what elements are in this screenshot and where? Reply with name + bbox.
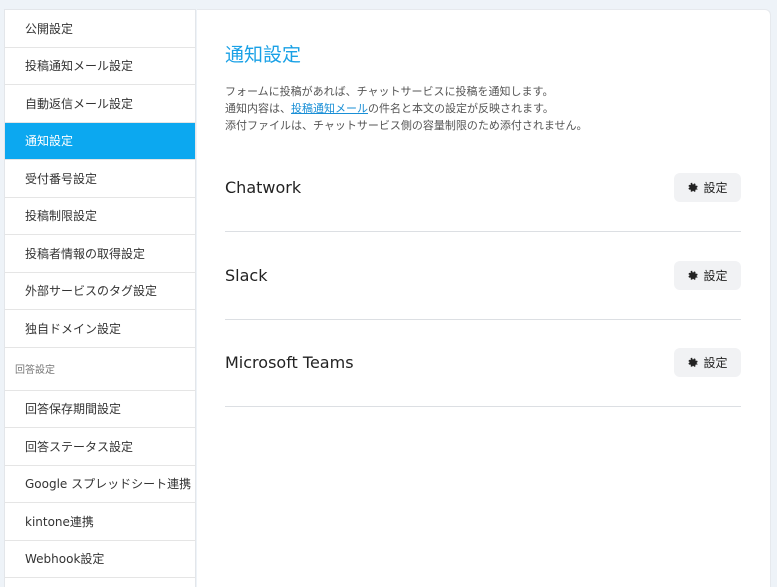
page-title: 通知設定 [225,44,302,66]
sidebar-item-public[interactable]: 公開設定 [5,10,195,48]
sidebar-item-post-notification-mail[interactable]: 投稿通知メール設定 [5,48,195,85]
sidebar-item-status[interactable]: 回答ステータス設定 [5,428,195,466]
sidebar-item-external-tags[interactable]: 外部サービスのタグ設定 [5,273,195,310]
main-panel: 通知設定 フォームに投稿があれば、チャットサービスに投稿を通知します。 通知内容… [197,9,771,587]
sidebar-item-post-limit[interactable]: 投稿制限設定 [5,198,195,235]
sidebar: 公開設定 投稿通知メール設定 自動返信メール設定 通知設定 受付番号設定 投稿制… [4,9,196,587]
sidebar-item-webhook[interactable]: Webhook設定 [5,541,195,578]
service-row-slack: Slack 設定 [225,232,741,320]
service-name: Microsoft Teams [225,353,354,372]
settings-button-label: 設定 [703,356,728,370]
sidebar-item-retention[interactable]: 回答保存期間設定 [5,391,195,428]
settings-button-label: 設定 [703,269,728,283]
gear-icon [688,182,699,192]
sidebar-item-auto-reply-mail[interactable]: 自動返信メール設定 [5,85,195,123]
post-notification-mail-link[interactable]: 投稿通知メール [291,102,368,115]
slack-settings-button[interactable]: 設定 [674,261,741,290]
description-line-2: 通知内容は、投稿通知メールの件名と本文の設定が反映されます。 [225,100,588,117]
settings-button-label: 設定 [703,181,728,195]
gear-icon [688,357,699,367]
sidebar-item-notification[interactable]: 通知設定 [5,122,195,160]
sidebar-item-google-sheets[interactable]: Google スプレッドシート連携 [5,466,195,503]
service-name: Slack [225,266,268,285]
description-line-1: フォームに投稿があれば、チャットサービスに投稿を通知します。 [225,85,554,98]
description: フォームに投稿があれば、チャットサービスに投稿を通知します。 通知内容は、投稿通… [225,83,588,134]
sidebar-item-custom-domain[interactable]: 独自ドメイン設定 [5,310,195,348]
description-line-3: 添付ファイルは、チャットサービス側の容量制限のため添付されません。 [225,119,588,132]
service-name: Chatwork [225,178,302,197]
sidebar-item-poster-info[interactable]: 投稿者情報の取得設定 [5,235,195,273]
gear-icon [688,270,699,280]
sidebar-item-receipt-number[interactable]: 受付番号設定 [5,160,195,198]
service-row-chatwork: Chatwork 設定 [225,144,741,232]
sidebar-section-label: 回答設定 [5,348,195,391]
teams-settings-button[interactable]: 設定 [674,348,741,377]
description-line-2-suffix: の件名と本文の設定が反映されます。 [368,102,554,115]
description-line-2-prefix: 通知内容は、 [225,102,291,115]
sidebar-item-kintone[interactable]: kintone連携 [5,503,195,541]
chatwork-settings-button[interactable]: 設定 [674,173,741,202]
service-row-microsoft-teams: Microsoft Teams 設定 [225,319,741,407]
